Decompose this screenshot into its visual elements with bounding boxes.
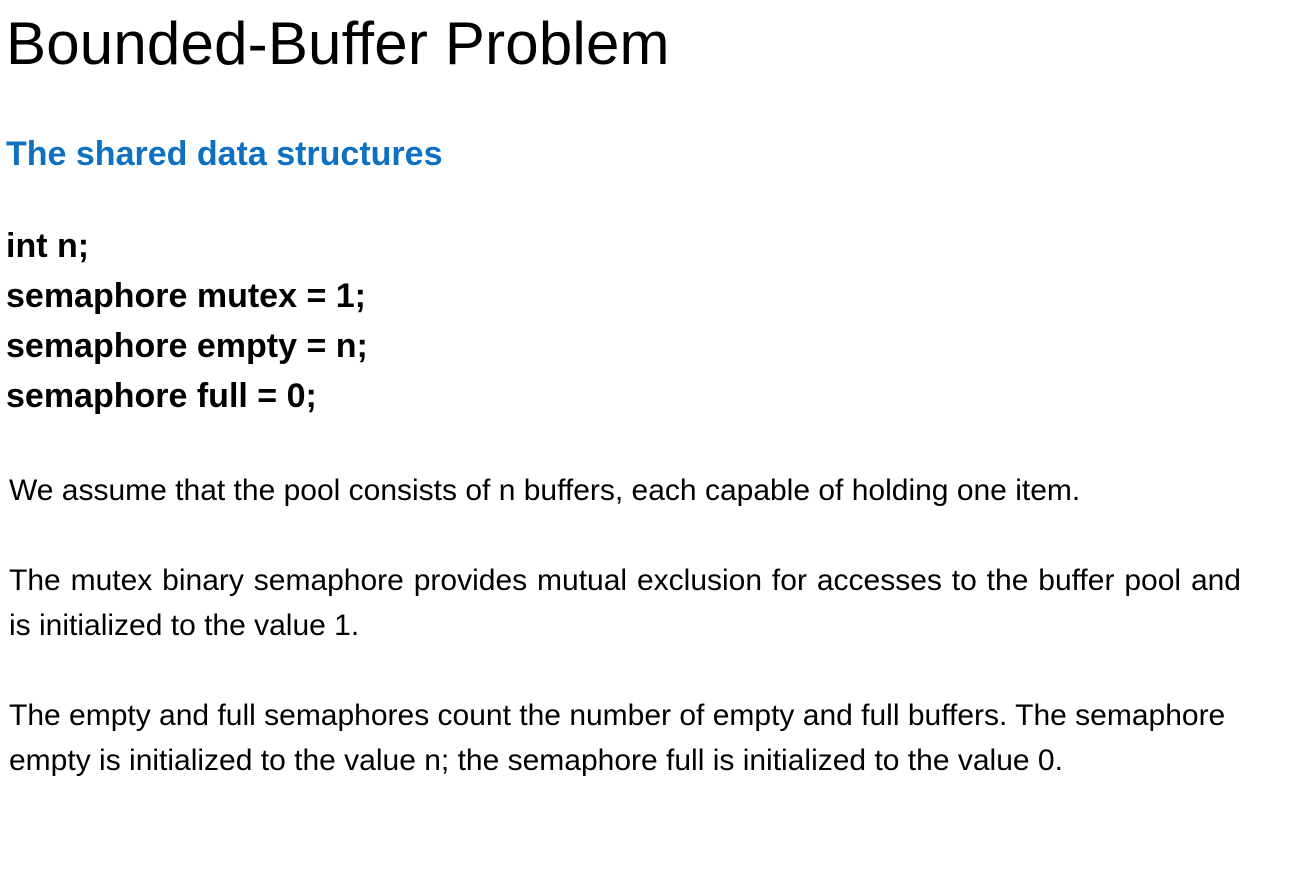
declaration-mutex: semaphore mutex = 1; [6,277,366,315]
shared-data-declarations: int n; semaphore mutex = 1; semaphore em… [6,221,368,421]
paragraph-buffer-pool: We assume that the pool consists of n bu… [9,474,1081,507]
declaration-int-n: int n; [6,227,90,265]
section-subtitle: The shared data structures [6,135,443,173]
declaration-empty: semaphore empty = n; [6,327,368,365]
paragraph-empty-full: The empty and full semaphores count the … [9,699,1226,777]
declaration-full: semaphore full = 0; [6,377,317,415]
paragraph-mutex: The mutex binary semaphore provides mutu… [9,564,1241,642]
slide: Bounded-Buffer Problem The shared data s… [0,0,1313,892]
slide-title: Bounded-Buffer Problem [6,10,670,77]
